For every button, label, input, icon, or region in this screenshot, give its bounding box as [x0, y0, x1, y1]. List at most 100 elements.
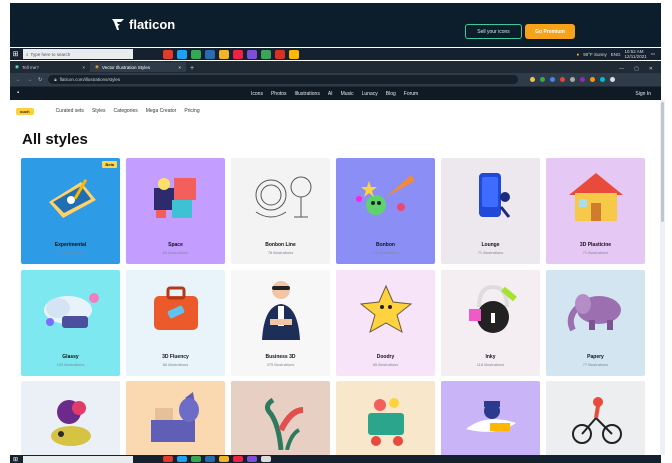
style-card[interactable]: Glassy 190 illustrations: [21, 270, 120, 376]
nav-link-blog[interactable]: Blog: [386, 91, 396, 97]
go-premium-button[interactable]: Go Premium: [525, 24, 575, 39]
extension-icon[interactable]: [590, 77, 596, 82]
app2-icon[interactable]: [261, 49, 271, 59]
flaticon-logo[interactable]: flaticon: [112, 17, 175, 32]
browser-icon[interactable]: [177, 456, 187, 462]
style-card[interactable]: Business 3D 375 illustrations: [231, 270, 330, 376]
back-icon[interactable]: ←: [16, 77, 21, 83]
opera-icon[interactable]: [163, 456, 173, 462]
style-card[interactable]: Doodry 85 illustrations: [336, 270, 435, 376]
star-icon: [336, 270, 435, 348]
style-card[interactable]: [126, 381, 225, 456]
url-field[interactable]: 🔒︎ flaticon.com/illustrations/styles: [48, 75, 519, 84]
close-tab-icon[interactable]: ×: [178, 65, 181, 70]
app4-icon[interactable]: [289, 49, 299, 59]
style-card[interactable]: Beta Experimental 362 illustrations: [21, 158, 120, 264]
extension-icon[interactable]: [580, 77, 586, 82]
style-card[interactable]: Papery 77 illustrations: [546, 270, 645, 376]
nav-link-illustrations[interactable]: Illustrations: [295, 91, 320, 97]
search-icon: ⌕: [26, 51, 29, 57]
style-card[interactable]: Lounge 71 illustrations: [441, 158, 540, 264]
close-window-icon[interactable]: ✕: [649, 66, 653, 72]
opera-icon[interactable]: [163, 49, 173, 59]
app-icon[interactable]: [247, 49, 257, 59]
chrome-icon[interactable]: [191, 49, 201, 59]
style-card[interactable]: Bonbon 178 illustrations: [336, 158, 435, 264]
cloud-icon: [21, 270, 120, 348]
app2-icon[interactable]: [261, 456, 271, 462]
windows-start-icon[interactable]: ⊞: [10, 455, 21, 463]
sell-icons-button[interactable]: Sell your icons: [465, 24, 522, 39]
style-card-count: 78 illustrations: [267, 250, 294, 255]
style-card[interactable]: Inky 118 illustrations: [441, 270, 540, 376]
browser-tab-2[interactable]: ◉ Vector Illustration Styles ×: [90, 62, 186, 72]
menu-icon[interactable]: ▪: [17, 90, 19, 96]
app-icon[interactable]: [247, 456, 257, 462]
explorer-icon[interactable]: [219, 49, 229, 59]
explorer-icon[interactable]: [219, 456, 229, 462]
edge-icon[interactable]: [205, 456, 215, 462]
taskbar-apps: [163, 49, 299, 59]
nav-link-music[interactable]: Music: [341, 91, 354, 97]
style-card[interactable]: 3D Fluency 86 illustrations: [126, 270, 225, 376]
extension-icon[interactable]: [550, 77, 556, 82]
extension-icon[interactable]: [530, 77, 536, 82]
reload-icon[interactable]: ↻: [38, 77, 42, 83]
nav-link-lunacy[interactable]: Lunacy: [362, 91, 378, 97]
scrollbar-thumb[interactable]: [661, 102, 664, 222]
profile-avatar[interactable]: [610, 77, 616, 82]
taskbar-search[interactable]: [23, 455, 133, 463]
sign-in-link[interactable]: Sign In: [635, 91, 651, 97]
nav-link-photos[interactable]: Photos: [271, 91, 287, 97]
site-navigation: ▪ Icons Photos Illustrations AI Music Lunacy B…: [10, 87, 661, 100]
extension-icon[interactable]: [540, 77, 546, 82]
store-icon[interactable]: [233, 49, 243, 59]
extensions: [530, 77, 616, 82]
chrome-icon[interactable]: [191, 456, 201, 462]
windows-start-icon[interactable]: ⊞: [10, 48, 21, 60]
edge-icon[interactable]: [205, 49, 215, 59]
cat-icon: [126, 381, 225, 456]
style-card[interactable]: [546, 381, 645, 456]
maximize-icon[interactable]: ▢: [634, 66, 639, 72]
sub-brand-badge[interactable]: ouch: [16, 107, 34, 115]
subnav-link-curated-sets[interactable]: Curated sets: [56, 108, 84, 114]
subnav-link-styles[interactable]: Styles: [92, 108, 106, 114]
extension-icon[interactable]: [600, 77, 606, 82]
forward-icon[interactable]: →: [27, 77, 32, 83]
browser-tab-1[interactable]: ◉ Tell me? ×: [10, 62, 90, 72]
window-controls[interactable]: — ▢ ✕: [619, 66, 661, 72]
browser-icon[interactable]: [177, 49, 187, 59]
style-card-name: Experimental: [54, 242, 87, 248]
style-card[interactable]: 3D Plasticine 71 illustrations: [546, 158, 645, 264]
style-card[interactable]: Space 64 illustrations: [126, 158, 225, 264]
nav-link-forum[interactable]: Forum: [404, 91, 418, 97]
tab-strip: ◉ Tell me? × ◉ Vector Illustration Style…: [10, 61, 661, 72]
subnav-link-pricing[interactable]: Pricing: [184, 108, 199, 114]
notification-icon[interactable]: ▭: [651, 51, 655, 57]
nav-link-icons[interactable]: Icons: [251, 91, 263, 97]
subnav-link-mega-creator[interactable]: Mega Creator: [146, 108, 177, 114]
phone-icon: [441, 158, 540, 236]
nav-link-ai[interactable]: AI: [328, 91, 333, 97]
minimize-icon[interactable]: —: [619, 66, 624, 72]
style-card[interactable]: Bonbon Line 78 illustrations: [231, 158, 330, 264]
lock-icon: [441, 270, 540, 348]
language-indicator[interactable]: ENG: [611, 52, 621, 57]
new-tab-icon[interactable]: +: [190, 65, 194, 72]
style-card[interactable]: [441, 381, 540, 456]
extension-icon[interactable]: [560, 77, 566, 82]
app3-icon[interactable]: [275, 49, 285, 59]
style-card-count: 71 illustrations: [582, 250, 609, 255]
style-card[interactable]: [231, 381, 330, 456]
style-card[interactable]: [21, 381, 120, 456]
extension-icon[interactable]: [570, 77, 576, 82]
close-tab-icon[interactable]: ×: [82, 65, 85, 70]
taskbar-search[interactable]: ⌕ Type here to search: [23, 49, 133, 59]
store-icon[interactable]: [233, 456, 243, 462]
clock[interactable]: 10:52 AM 12/11/2021: [625, 49, 647, 59]
subnav-link-categories[interactable]: Categories: [114, 108, 138, 114]
weather-icon: ●: [576, 51, 580, 57]
style-card-name: Papery: [587, 354, 604, 360]
style-card[interactable]: [336, 381, 435, 456]
